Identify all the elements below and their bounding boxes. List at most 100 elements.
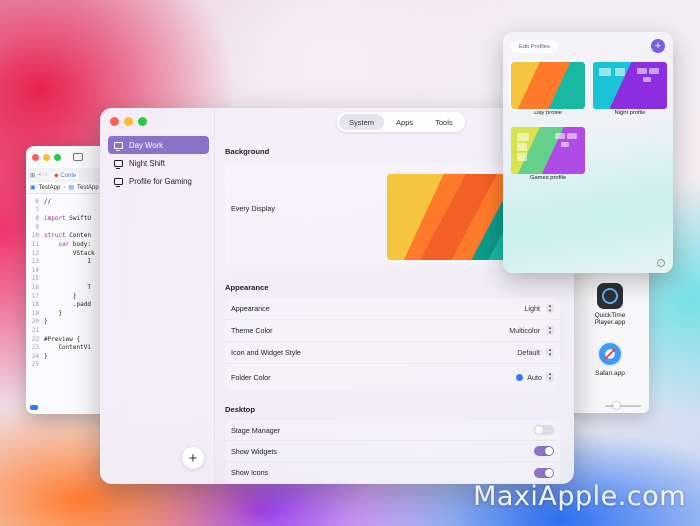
code-text: } [44, 352, 48, 360]
add-profile-popover-button[interactable]: + [651, 39, 665, 53]
profile-thumb-day[interactable]: Day profile [509, 60, 587, 116]
code-text: // [44, 198, 52, 205]
row-label: Icon and Widget Style [231, 348, 301, 357]
line-number: 17 [31, 292, 39, 300]
app-label: QuickTime Player.app [594, 312, 626, 326]
sidebar-toggle-icon[interactable] [73, 153, 83, 161]
profile-label: Night Shift [129, 158, 165, 168]
icon-widget-style-row[interactable]: Icon and Widget Style Default ▴ ▾ [225, 342, 560, 364]
zoom-button[interactable] [54, 153, 61, 161]
editor-tab[interactable]: ◆ Conte [51, 171, 80, 179]
profile-item-night-shift[interactable]: Night Shift [108, 154, 209, 172]
display-icon [114, 159, 123, 169]
code-text: #Preview { [44, 335, 81, 343]
code-text: struct Conten [44, 232, 91, 240]
minus-icon[interactable]: − [657, 259, 665, 267]
minimize-button[interactable] [43, 153, 50, 161]
zoom-button[interactable] [138, 117, 147, 126]
theme-color-value: Multicolor [509, 326, 540, 335]
display-icon [114, 177, 123, 187]
arrow-left-icon[interactable]: ‹ [39, 172, 41, 178]
line-number: 19 [31, 309, 39, 317]
folder-color-row[interactable]: Folder Color Auto ▴ ▾ [225, 364, 560, 390]
row-label: Theme Color [231, 326, 273, 335]
code-text: .padd [44, 301, 91, 309]
window-controls [110, 117, 147, 126]
row-label: Show Icons [231, 468, 269, 477]
show-icons-toggle[interactable] [534, 467, 554, 478]
breadcrumb-project[interactable]: TestApp [39, 185, 61, 191]
tab-system[interactable]: System [339, 114, 385, 130]
chevron-right-icon: › [63, 184, 66, 191]
code-text: ContentVi [44, 344, 91, 352]
stage-manager-toggle[interactable] [534, 425, 554, 435]
row-label: Folder Color [231, 372, 271, 382]
profile-thumb-label: Day profile [534, 110, 562, 116]
arrow-right-icon[interactable]: › [45, 172, 47, 178]
line-number: 15 [31, 275, 39, 283]
grid-icon[interactable]: ⊞ [30, 172, 35, 179]
tab-apps[interactable]: Apps [386, 114, 423, 130]
line-number: 24 [31, 352, 39, 360]
line-number: 16 [31, 283, 39, 291]
line-number: 22 [31, 335, 39, 343]
chevron-updown-icon: ▴ ▾ [546, 303, 554, 313]
editor-tab-label: Conte [60, 172, 77, 179]
profile-item-gaming[interactable]: Profile for Gaming [108, 172, 209, 190]
section-title-appearance: Appearance [225, 283, 269, 292]
show-icons-row: Show Icons [225, 462, 560, 483]
color-swatch [516, 373, 524, 381]
line-number: 8 [35, 215, 39, 223]
code-text: import SwiftU [44, 215, 91, 223]
folder-icon: ▤ [68, 185, 75, 191]
profile-thumb-label: Games profile [529, 175, 567, 181]
appearance-value: Light [524, 304, 540, 313]
profile-item-day-work[interactable]: Day Work [108, 136, 209, 154]
edit-profiles-button[interactable]: Edit Profiles [511, 40, 558, 53]
icon-style-value: Default [517, 348, 540, 357]
row-label: Stage Manager [231, 425, 281, 435]
app-item-safari[interactable]: Safari.app [580, 341, 640, 377]
add-profile-button[interactable]: + [182, 447, 204, 469]
line-number: 21 [31, 326, 39, 334]
chevron-updown-icon: ▴ ▾ [546, 347, 554, 357]
profiles-popover: Edit Profiles + Day profile Night profil… [503, 32, 673, 273]
appearance-card: Appearance Light ▴ ▾ Theme Color Multicolo… [225, 298, 560, 390]
tab-tools[interactable]: Tools [425, 114, 463, 130]
day-wallpaper-thumb [509, 60, 587, 111]
line-number: 6 [35, 198, 39, 205]
app-item-quicktime[interactable]: QuickTime Player.app [580, 283, 640, 326]
chevron-updown-icon: ▴ ▾ [546, 325, 554, 335]
line-number: 12 [31, 249, 39, 257]
sidebar: Day Work Night Shift Profile for Gaming … [100, 108, 215, 484]
line-number: 18 [31, 301, 39, 309]
close-button[interactable] [32, 153, 39, 161]
code-text: } [44, 318, 48, 326]
section-title-desktop: Desktop [225, 405, 255, 414]
line-number: 20 [31, 318, 39, 326]
row-label: Appearance [231, 304, 270, 313]
breadcrumb-folder[interactable]: TestApp [77, 185, 99, 191]
close-button[interactable] [110, 117, 119, 126]
code-text: } [44, 292, 77, 300]
show-widgets-row: Show Widgets [225, 441, 560, 462]
applications-window[interactable]: QuickTime Player.app Safari.app [565, 265, 649, 413]
profile-thumb-night[interactable]: Night profile [593, 62, 667, 116]
project-icon: ▣ [30, 185, 36, 191]
line-number: 13 [31, 258, 39, 266]
icon-size-slider[interactable] [605, 402, 641, 409]
chevron-updown-icon: ▴ ▾ [546, 372, 554, 382]
show-widgets-toggle[interactable] [534, 446, 554, 456]
line-number: 9 [35, 223, 39, 231]
profile-thumb-games[interactable]: Games profile [511, 127, 585, 181]
line-number: 11 [31, 240, 39, 248]
swift-file-icon: ◆ [54, 172, 59, 179]
appearance-row[interactable]: Appearance Light ▴ ▾ [225, 298, 560, 320]
quicktime-icon [597, 283, 623, 309]
every-display-label: Every Display [231, 204, 275, 213]
theme-color-row[interactable]: Theme Color Multicolor ▴ ▾ [225, 320, 560, 342]
line-number: 23 [31, 344, 39, 352]
code-text: } [44, 309, 63, 317]
minimize-button[interactable] [124, 117, 133, 126]
code-text: T [44, 283, 91, 291]
